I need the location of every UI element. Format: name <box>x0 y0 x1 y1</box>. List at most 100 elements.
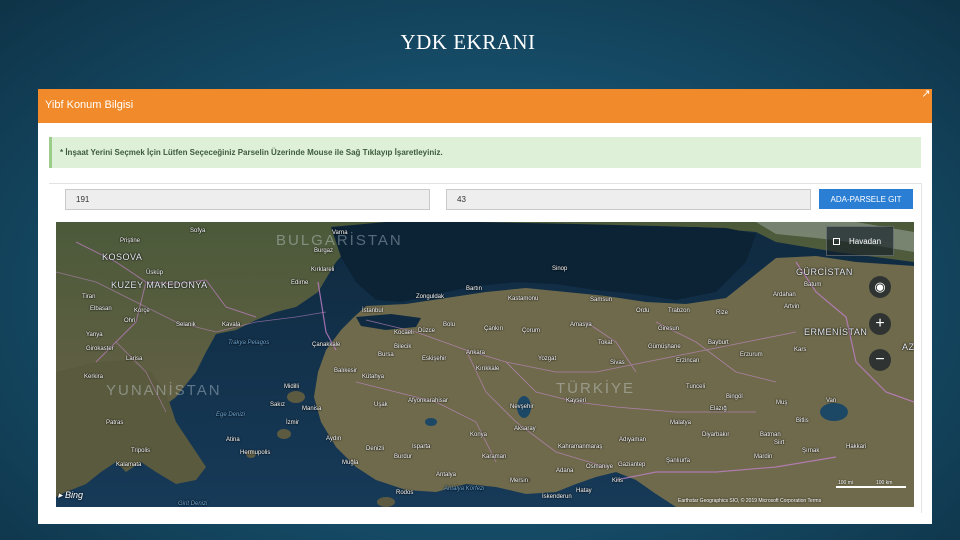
lake-van <box>820 403 848 421</box>
map-label-city: Çorum <box>522 328 541 334</box>
map-label-city: Selanik <box>176 322 196 328</box>
map-label-city: Batman <box>760 432 781 438</box>
map-label-city: Trabzon <box>668 308 690 314</box>
info-alert: * İnşaat Yerini Seçmek İçin Lütfen Seçec… <box>49 137 921 168</box>
map-view[interactable]: YUNANİSTAN KUZEY MAKEDONYA KOSOVA GÜRCİS… <box>56 222 914 507</box>
map-label-city: Batum <box>804 282 822 288</box>
slide-title: YDK EKRANI <box>400 30 536 54</box>
alert-text: * İnşaat Yerini Seçmek İçin Lütfen Seçec… <box>60 148 443 157</box>
map-label-city: Şırnak <box>802 448 820 454</box>
bing-logo-icon: ▸ <box>58 490 63 500</box>
map-label-sea: Antalya Körfezi <box>444 486 485 492</box>
map-label-city: Antalya <box>436 472 457 478</box>
map-label-city: Erzurum <box>740 352 763 358</box>
map-label-city: İskenderun <box>542 494 572 500</box>
map-label-city: Hermupolis <box>240 450 271 456</box>
map-label-city: Sakız <box>270 402 286 408</box>
map-label-city: Afyonkarahisar <box>408 398 449 404</box>
map-label-city: Burgaz <box>314 248 334 254</box>
map-label-city: Edirne <box>291 280 309 286</box>
map-label-city: Elazığ <box>710 406 727 412</box>
map-label-city: Aksaray <box>514 426 536 432</box>
map-label-city: Isparta <box>412 444 431 450</box>
map-label-city: Şanlıurfa <box>666 458 691 464</box>
parsel-input[interactable] <box>446 189 811 210</box>
island <box>277 429 291 439</box>
map-label-city: Bingöl <box>726 394 743 400</box>
map-label-city: Adana <box>556 468 574 474</box>
map-label-city: Samsun <box>590 297 613 303</box>
map-label-city: Kırıkkale <box>476 366 500 372</box>
map-label-country: AZ <box>902 342 914 352</box>
map-label-city: Hakkari <box>846 444 867 450</box>
locate-icon[interactable]: ◉ <box>869 276 891 298</box>
close-icon[interactable]: ↗ <box>920 89 932 100</box>
map-label-city: Priştine <box>120 238 141 244</box>
map-label-city: Bitlis <box>796 418 809 424</box>
map-label-city: Ohri <box>124 318 136 324</box>
go-to-parcel-button[interactable]: ADA-PARSELE GIT <box>819 189 913 209</box>
map-label-city: Hatay <box>576 488 592 494</box>
map-label-city: Çanakkale <box>312 342 341 348</box>
map-label-city: Rodos <box>396 490 414 496</box>
ada-input[interactable] <box>65 189 430 210</box>
island <box>287 391 305 403</box>
scale-bar: 100 mi 100 km <box>836 480 906 490</box>
map-label-city: Erzincan <box>676 358 700 364</box>
bing-logo: ▸ Bing <box>58 490 83 501</box>
map-label-city: Tripolis <box>131 448 151 454</box>
map-label-city: Kahramanmaraş <box>558 444 603 450</box>
map-label-city: Atina <box>226 437 240 443</box>
map-label-city: Kırklareli <box>311 267 335 273</box>
map-label-city: Bilecik <box>394 344 412 350</box>
map-copyright: Earthstar Geographics SIO, © 2019 Micros… <box>678 498 822 504</box>
map-label-country: TÜRKİYE <box>556 380 636 397</box>
map-label-city: Denizli <box>366 446 385 452</box>
map-label-city: Kavala <box>222 322 241 328</box>
zoom-out-icon[interactable]: − <box>869 349 891 371</box>
map-label-city: Tunceli <box>686 384 706 390</box>
map-label-city: Midilli <box>284 384 299 390</box>
map-label-city: Ankara <box>466 350 486 356</box>
map-label-city: Balıkesir <box>334 368 358 374</box>
map-label-city: Nevşehir <box>510 404 534 410</box>
map-label-city: Karaman <box>482 454 507 460</box>
map-label-city: Kerkira <box>84 374 104 380</box>
map-label-city: Konya <box>470 432 488 438</box>
map-label-city: Kastamonu <box>508 296 539 302</box>
map-label-country: KUZEY MAKEDONYA <box>111 280 208 290</box>
map-label-city: Gaziantep <box>618 462 646 468</box>
zoom-in-icon[interactable]: + <box>869 313 891 335</box>
map-canvas[interactable] <box>56 222 914 507</box>
map-label-city: Bartın <box>466 286 483 292</box>
scale-bar-line <box>836 486 906 488</box>
map-label-city: Manisa <box>302 406 322 412</box>
map-label-city: Kilis <box>612 478 624 484</box>
map-label-city: Adıyaman <box>619 437 647 443</box>
map-label-city: Bayburt <box>708 340 729 346</box>
map-label-city: İzmir <box>286 420 299 426</box>
map-label-sea: Girit Denizi <box>178 501 208 507</box>
checkbox-icon[interactable] <box>833 238 840 245</box>
map-label-city: Patras <box>106 420 124 426</box>
map-label-country: GÜRCİSTAN <box>796 267 853 277</box>
map-label-city: Larisa <box>126 356 143 362</box>
map-label-city: Sofya <box>190 228 206 234</box>
map-label-city: İstanbul <box>362 308 384 314</box>
map-label-sea: Ege Denizi <box>216 412 246 418</box>
divider-vertical <box>921 183 922 513</box>
map-label-city: Uşak <box>374 402 388 408</box>
map-label-city: Tokat <box>598 340 613 346</box>
map-label-city: Burdur <box>394 454 413 460</box>
map-label-city: Kütahya <box>362 374 385 380</box>
lake <box>425 418 437 426</box>
map-label-city: Van <box>826 398 837 404</box>
bing-label: Bing <box>65 490 84 500</box>
map-label-country: KOSOVA <box>102 252 143 262</box>
map-label-city: Kars <box>794 347 807 353</box>
location-panel: Yibf Konum Bilgisi ↗ * İnşaat Yerini Seç… <box>38 89 932 524</box>
map-label-city: Tiran <box>82 294 96 300</box>
aerial-layer-toggle[interactable]: Havadan <box>826 226 894 256</box>
map-label-city: Üsküp <box>146 270 164 276</box>
map-label-city: Mersin <box>510 478 529 484</box>
